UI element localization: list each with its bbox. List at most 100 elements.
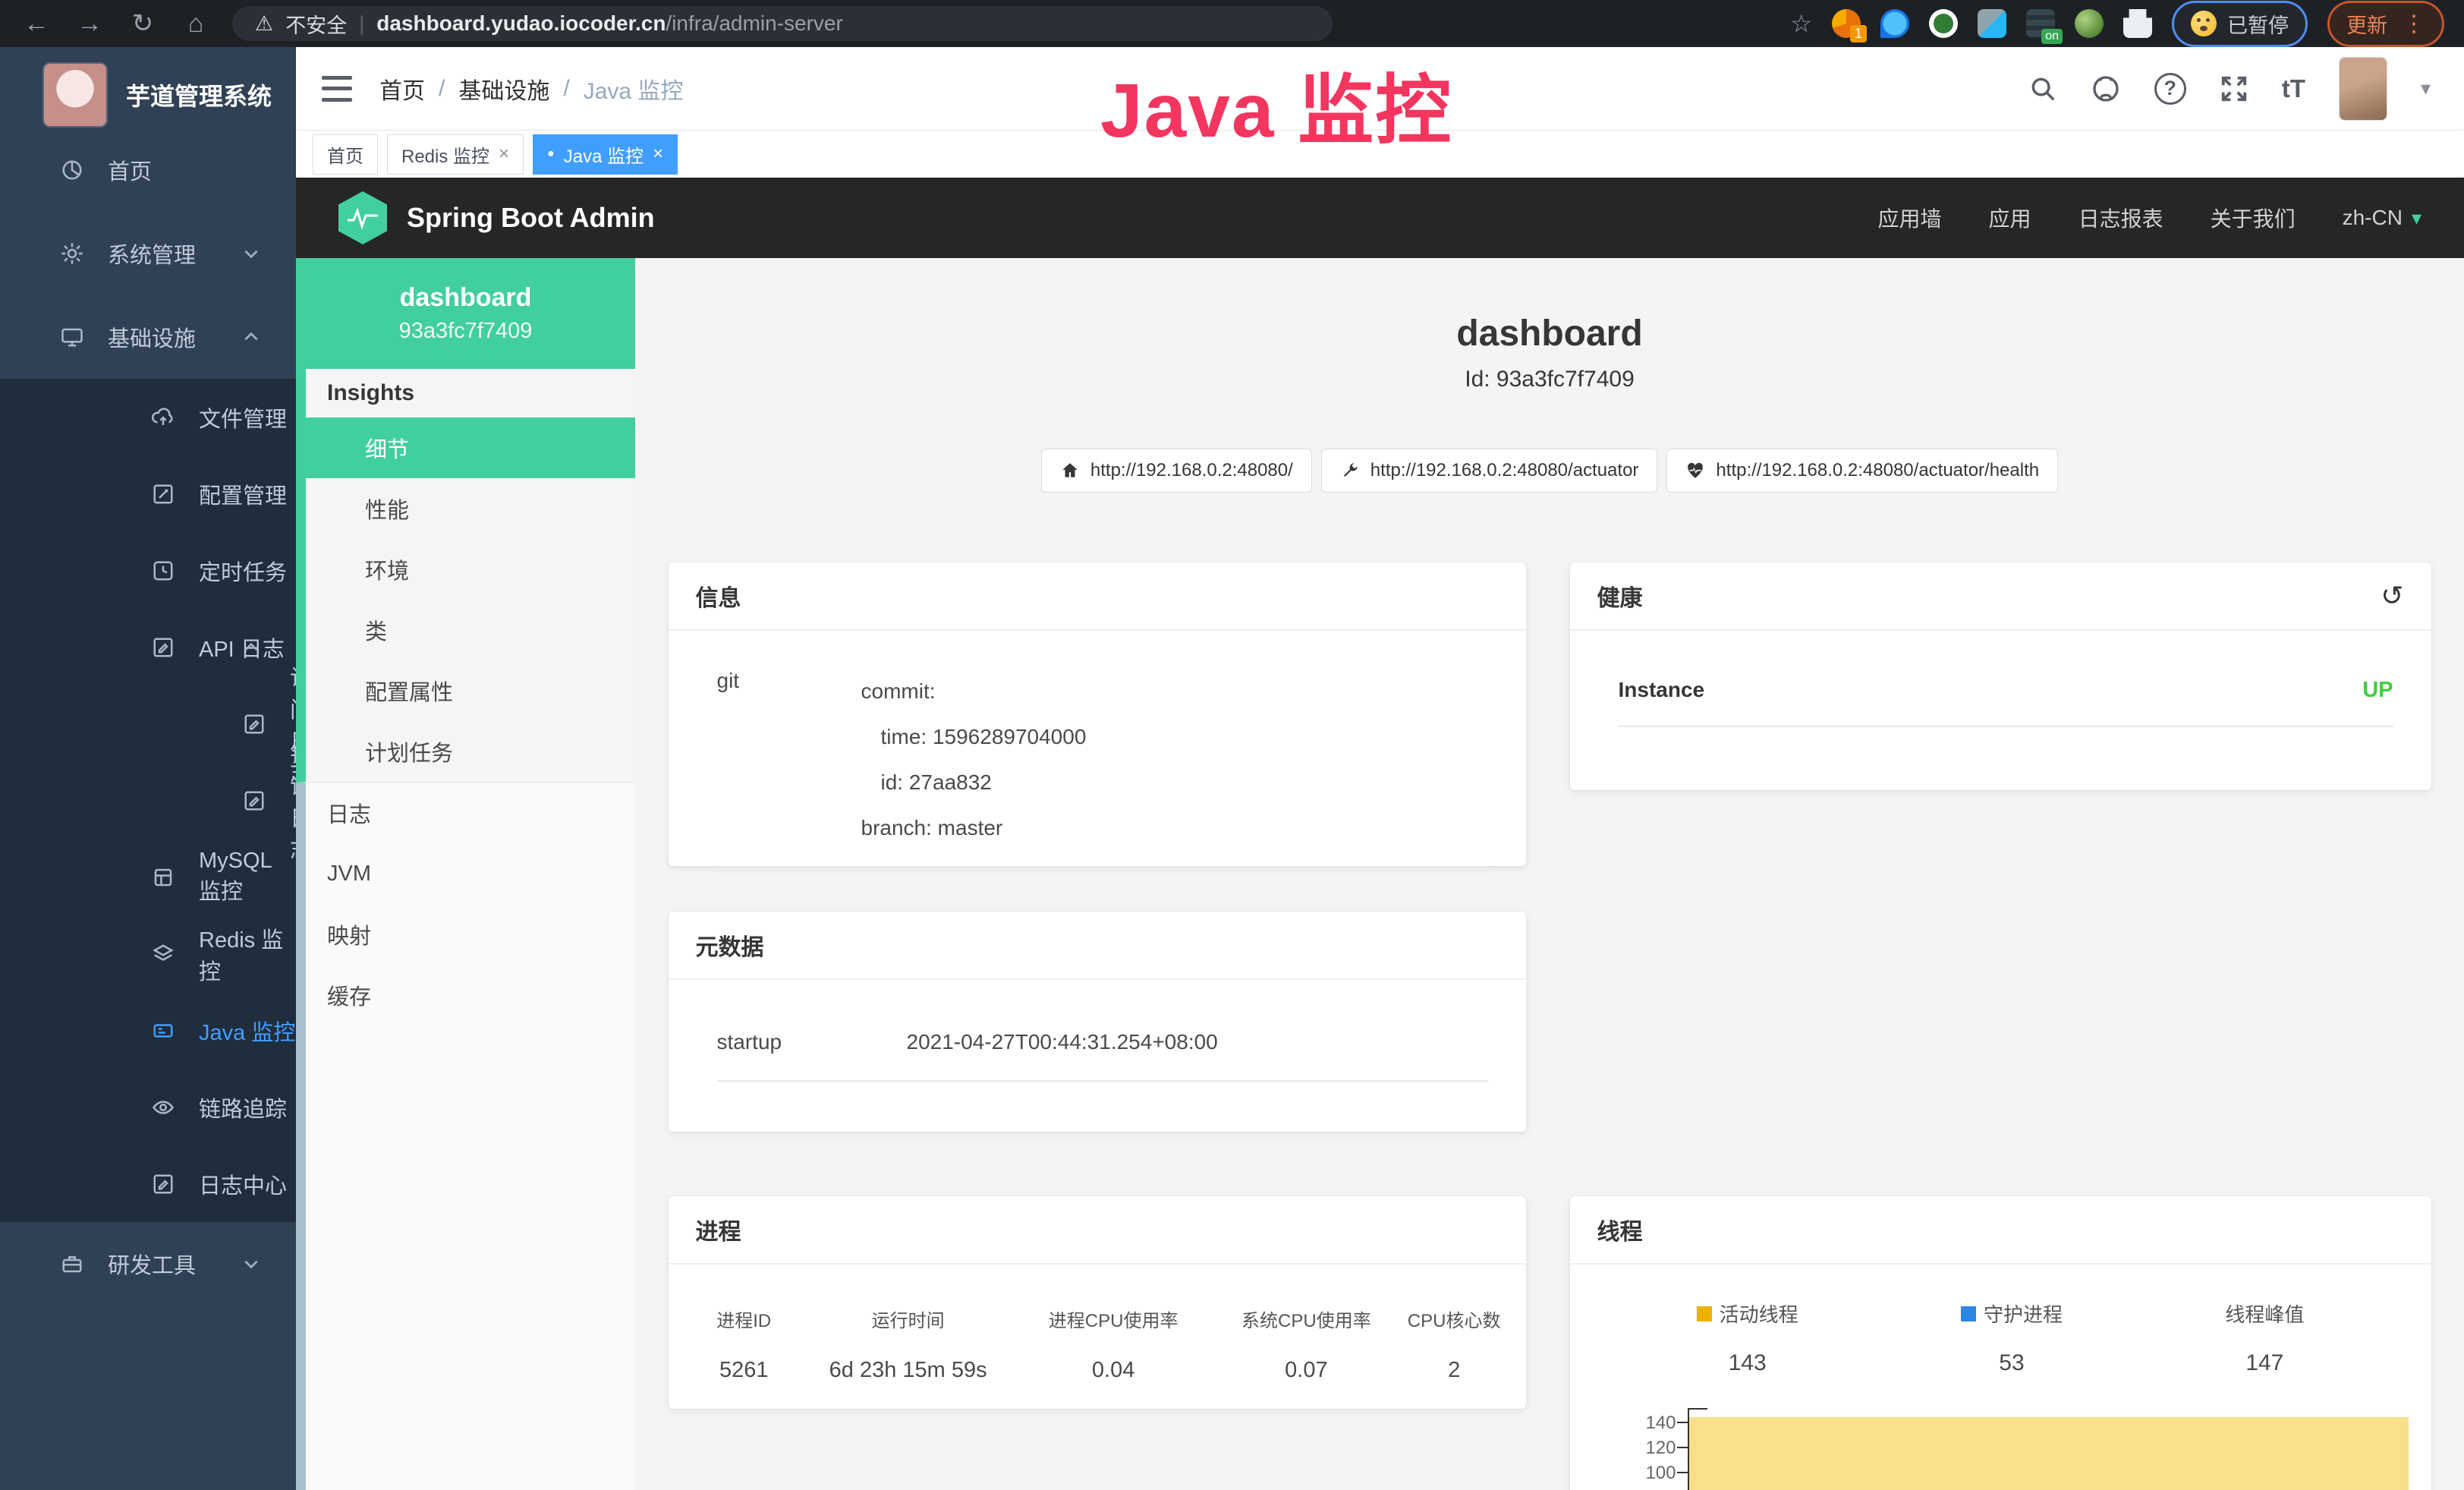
sidebar-item-config-management[interactable]: 配置管理 bbox=[0, 455, 296, 532]
legend-swatch-live bbox=[1697, 1306, 1712, 1321]
log-edit-icon bbox=[243, 789, 266, 812]
sba-nav-journal[interactable]: 日志报表 bbox=[2079, 203, 2163, 233]
insights-group: Insights 细节 性能 环境 类 配置属性 计划任务 bbox=[296, 369, 635, 783]
sba-item-mappings[interactable]: 映射 bbox=[306, 904, 635, 965]
sidebar-item-tracing[interactable]: 链路追踪 bbox=[0, 1069, 296, 1145]
service-url-chip[interactable]: http://192.168.0.2:48080/ bbox=[1041, 449, 1312, 493]
sba-nav-applications[interactable]: 应用 bbox=[1989, 203, 2031, 233]
sba-brand-title: Spring Boot Admin bbox=[407, 202, 655, 234]
extension-pin-icon[interactable] bbox=[1880, 9, 1909, 38]
search-icon[interactable] bbox=[2028, 74, 2057, 103]
address-bar[interactable]: ⚠ 不安全 | dashboard.yudao.iocoder.cn/infra… bbox=[232, 6, 1333, 41]
bookmark-star-icon[interactable]: ☆ bbox=[1790, 9, 1812, 38]
extension-y-icon[interactable] bbox=[1929, 9, 1958, 38]
eye-icon bbox=[152, 1096, 175, 1119]
extension-grid-icon[interactable] bbox=[1978, 9, 2006, 38]
sba-item-environment[interactable]: 环境 bbox=[306, 539, 635, 600]
layers-icon bbox=[152, 943, 175, 966]
extension-puzzle-icon[interactable] bbox=[2123, 9, 2152, 38]
sba-item-details[interactable]: 细节 bbox=[306, 417, 635, 478]
fullscreen-icon[interactable] bbox=[2220, 74, 2248, 103]
info-value: commit: time: 1596289704000 id: 27aa832 … bbox=[861, 669, 1488, 851]
browser-home-button[interactable]: ⌂ bbox=[179, 7, 212, 40]
sidebar-menu: 首页 系统管理 基础设施 文件管理 配置管理 bbox=[0, 128, 296, 1490]
sba-nav-wallboard[interactable]: 应用墙 bbox=[1878, 203, 1942, 233]
java-monitor-icon bbox=[152, 1019, 175, 1042]
sidebar-item-access-logs[interactable]: 访问日志 bbox=[0, 685, 296, 762]
history-icon[interactable]: ↺ bbox=[2381, 580, 2403, 612]
browser-reload-button[interactable]: ↻ bbox=[126, 7, 159, 40]
edit-icon bbox=[152, 483, 175, 506]
browser-forward-button[interactable]: → bbox=[73, 7, 106, 40]
database-icon bbox=[152, 866, 175, 889]
close-icon[interactable]: × bbox=[499, 143, 509, 165]
browser-back-button[interactable]: ← bbox=[20, 7, 53, 40]
instance-id-line: Id: 93a3fc7f7409 bbox=[1465, 367, 1635, 392]
infrastructure-submenu: 文件管理 配置管理 定时任务 API 日志 访问日志 bbox=[0, 379, 296, 1222]
github-icon[interactable] bbox=[2091, 74, 2121, 104]
cloud-upload-icon bbox=[152, 406, 175, 429]
sidebar-item-scheduled-jobs[interactable]: 定时任务 bbox=[0, 532, 296, 609]
metadata-card: 元数据 startup 2021-04-27T00:44:31.254+08:0… bbox=[669, 912, 1526, 1132]
sba-item-config-props[interactable]: 配置属性 bbox=[306, 660, 635, 721]
metadata-key: startup bbox=[717, 1030, 907, 1054]
actuator-url-chip[interactable]: http://192.168.0.2:48080/actuator bbox=[1321, 449, 1658, 493]
sba-item-jvm[interactable]: JVM bbox=[306, 843, 635, 904]
breadcrumb-home[interactable]: 首页 bbox=[379, 72, 425, 106]
tab-home[interactable]: 首页 bbox=[313, 134, 378, 175]
sidebar-item-system[interactable]: 系统管理 bbox=[0, 212, 296, 295]
sba-item-classes[interactable]: 类 bbox=[306, 600, 635, 660]
breadcrumb: 首页 / 基础设施 / Java 监控 bbox=[379, 72, 683, 106]
font-size-icon[interactable]: tT bbox=[2282, 74, 2305, 103]
user-avatar[interactable] bbox=[2339, 57, 2387, 121]
sidebar-item-mysql-monitor[interactable]: MySQL 监控 bbox=[0, 839, 296, 915]
paused-label: 已暂停 bbox=[2227, 9, 2289, 39]
sba-item-logs[interactable]: 日志 bbox=[306, 783, 635, 843]
sidebar-item-log-center[interactable]: 日志中心 bbox=[0, 1145, 296, 1222]
chevron-up-icon bbox=[241, 638, 261, 657]
sidebar-item-dev-tools[interactable]: 研发工具 bbox=[0, 1222, 296, 1306]
browser-menu-icon[interactable]: ⋮ bbox=[2403, 11, 2425, 37]
divider bbox=[717, 871, 1488, 872]
process-table: 进程ID5261 运行时间6d 23h 15m 59s 进程CPU使用率0.04… bbox=[687, 1306, 1508, 1383]
threads-legend: 活动线程 143 守护进程 53 线程峰值 14 bbox=[1570, 1299, 2431, 1376]
sba-locale-select[interactable]: zh-CN ▾ bbox=[2343, 206, 2422, 230]
sba-item-metrics[interactable]: 性能 bbox=[306, 478, 635, 539]
chevron-down-icon: ▾ bbox=[2412, 206, 2422, 230]
sidebar-item-home[interactable]: 首页 bbox=[0, 128, 296, 212]
sidebar-item-error-logs[interactable]: 错误日志 bbox=[0, 762, 296, 839]
log-edit-icon bbox=[152, 1173, 175, 1195]
divider bbox=[717, 1080, 1488, 1082]
extension-leaf-icon[interactable] bbox=[2075, 9, 2104, 38]
sidebar-item-infrastructure[interactable]: 基础设施 bbox=[0, 295, 296, 379]
admin-sidebar: 芋道管理系统 首页 系统管理 基础设施 文件管理 bbox=[0, 47, 296, 1490]
sba-nav-about[interactable]: 关于我们 bbox=[2211, 203, 2296, 233]
instance-id: 93a3fc7f7409 bbox=[399, 319, 533, 344]
sidebar-item-java-monitor[interactable]: Java 监控 bbox=[0, 992, 296, 1069]
monitor-icon bbox=[61, 326, 83, 348]
instance-header: dashboard 93a3fc7f7409 bbox=[296, 258, 635, 369]
close-icon[interactable]: × bbox=[653, 143, 663, 165]
breadcrumb-infrastructure[interactable]: 基础设施 bbox=[458, 72, 549, 106]
tab-redis-monitor[interactable]: Redis 监控 × bbox=[387, 134, 524, 175]
help-icon[interactable]: ? bbox=[2154, 73, 2186, 105]
sba-item-caches[interactable]: 缓存 bbox=[306, 965, 635, 1025]
sba-navbar: Spring Boot Admin 应用墙 应用 日志报表 关于我们 zh-CN… bbox=[296, 178, 2464, 258]
sidebar-item-redis-monitor[interactable]: Redis 监控 bbox=[0, 915, 296, 992]
y-axis bbox=[1688, 1408, 1689, 1490]
avatar-caret-icon[interactable]: ▾ bbox=[2421, 77, 2431, 100]
extension-icon[interactable]: 1 bbox=[1832, 9, 1861, 38]
sidebar-fold-icon[interactable] bbox=[322, 76, 352, 102]
sidebar-item-api-logs[interactable]: API 日志 bbox=[0, 609, 296, 685]
health-url-chip[interactable]: http://192.168.0.2:48080/actuator/health bbox=[1666, 449, 2058, 493]
threads-card: 线程 活动线程 143 守护进程 53 bbox=[1570, 1196, 2431, 1490]
sidebar-item-file-management[interactable]: 文件管理 bbox=[0, 379, 296, 455]
home-icon bbox=[1060, 461, 1080, 480]
health-card-title: 健康 bbox=[1597, 579, 1643, 613]
log-edit-icon bbox=[152, 636, 175, 659]
profile-paused-badge[interactable]: 已暂停 bbox=[2172, 1, 2308, 47]
sba-item-scheduled-tasks[interactable]: 计划任务 bbox=[306, 721, 635, 782]
tab-java-monitor[interactable]: ● Java 监控 × bbox=[533, 134, 678, 175]
browser-update-button[interactable]: 更新 ⋮ bbox=[2327, 1, 2444, 47]
extension-list-icon[interactable]: on bbox=[2026, 9, 2055, 38]
